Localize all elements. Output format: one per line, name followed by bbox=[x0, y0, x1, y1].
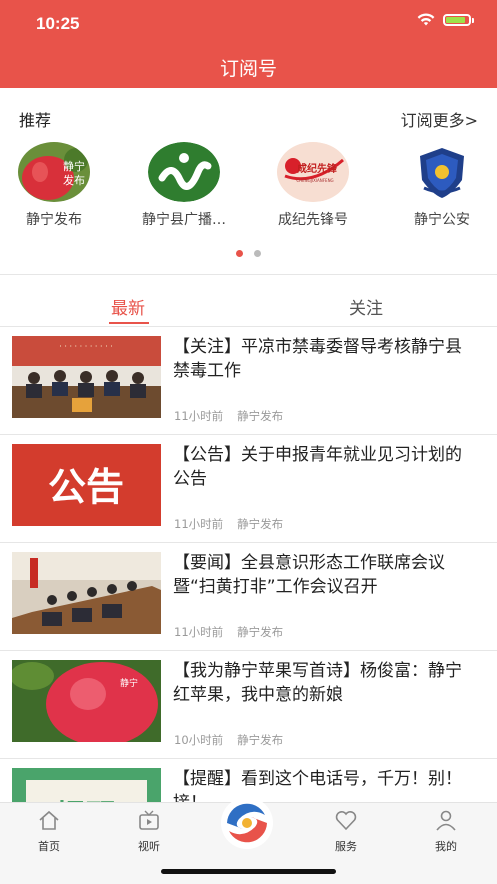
svg-text:公告: 公告 bbox=[48, 465, 124, 509]
recommend-item-jingning-police[interactable]: 静宁公安 bbox=[382, 142, 497, 229]
news-meta: 10小时前 静宁发布 bbox=[174, 732, 297, 748]
recommend-item-chengji-pioneer[interactable]: 成纪先锋 CHENGJIXIANFENG 成纪先锋号 bbox=[253, 142, 373, 229]
tabbar-item-home[interactable]: 首页 bbox=[19, 809, 79, 854]
svg-text:CHENGJIXIANFENG: CHENGJIXIANFENG bbox=[296, 178, 333, 183]
recommend-list: 静宁 发布 静宁发布 静宁县广播… 成纪先锋 CHENGJIXIANFENG 成… bbox=[0, 142, 497, 232]
carousel-dots bbox=[236, 250, 261, 257]
page-title: 订阅号 bbox=[219, 58, 277, 80]
news-source: 静宁发布 bbox=[237, 517, 284, 531]
status-icons bbox=[417, 13, 474, 26]
news-source: 静宁发布 bbox=[237, 625, 284, 639]
status-time: 10:25 bbox=[36, 14, 80, 33]
tabbar-item-mine[interactable]: 我的 bbox=[416, 809, 476, 854]
news-item[interactable]: 静宁 【我为静宁苹果写首诗】杨俊富：静宁红苹果，我中意的新娘 10小时前 静宁发布 bbox=[0, 651, 497, 759]
news-item[interactable]: 公告 【公告】关于申报青年就业见习计划的公告 11小时前 静宁发布 bbox=[0, 435, 497, 543]
app-logo-icon[interactable] bbox=[221, 797, 273, 849]
police-badge-icon bbox=[406, 142, 478, 202]
home-icon bbox=[39, 810, 59, 830]
meeting-photo: · · · · · · · · · · · bbox=[12, 336, 161, 418]
news-time: 10小时前 bbox=[174, 733, 224, 747]
subscribe-more-link[interactable]: 订阅更多> bbox=[401, 107, 478, 131]
tabbar-label: 我的 bbox=[435, 840, 457, 853]
recommend-header: 推荐 订阅更多> bbox=[0, 88, 497, 144]
tabbar-label: 服务 bbox=[335, 840, 357, 853]
recommend-item-jingning-radio[interactable]: 静宁县广播… bbox=[124, 142, 244, 229]
tab-following[interactable]: 关注 bbox=[349, 294, 383, 319]
home-indicator bbox=[161, 869, 336, 874]
news-title: 【关注】平凉市禁毒委督导考核静宁县禁毒工作 bbox=[173, 337, 462, 381]
battery-icon bbox=[443, 13, 474, 26]
svg-text:· · · · · · · · · · ·: · · · · · · · · · · · bbox=[59, 342, 112, 351]
news-meta: 11小时前 静宁发布 bbox=[174, 516, 297, 532]
recommend-item-label: 静宁发布 bbox=[26, 212, 82, 228]
party-logo-icon: 成纪先锋 CHENGJIXIANFENG bbox=[277, 142, 349, 202]
wifi-icon bbox=[417, 13, 435, 26]
svg-text:发布: 发布 bbox=[63, 173, 85, 187]
news-meta: 11小时前 静宁发布 bbox=[174, 408, 297, 424]
apple-photo: 静宁 bbox=[12, 660, 161, 742]
recommend-item-label: 成纪先锋号 bbox=[278, 212, 348, 228]
content-tabs: 最新 关注 bbox=[0, 275, 497, 327]
radio-logo-icon bbox=[148, 142, 220, 202]
news-item[interactable]: · · · · · · · · · · · 【关注】平凉市禁毒委督导考核静宁县禁… bbox=[0, 327, 497, 435]
tabbar-label: 视听 bbox=[138, 840, 160, 853]
svg-text:静宁: 静宁 bbox=[63, 159, 85, 173]
tabbar-item-service[interactable]: 服务 bbox=[316, 809, 376, 854]
svg-text:成纪先锋: 成纪先锋 bbox=[297, 162, 338, 175]
news-item[interactable]: 【要闻】全县意识形态工作联席会议暨“扫黄打非”工作会议召开 11小时前 静宁发布 bbox=[0, 543, 497, 651]
apple-logo-icon: 静宁 发布 bbox=[18, 142, 90, 202]
app-header: 10:25 订阅号 bbox=[0, 0, 497, 88]
conference-photo bbox=[12, 552, 161, 634]
tv-icon bbox=[139, 810, 159, 830]
news-source: 静宁发布 bbox=[237, 409, 284, 423]
news-time: 11小时前 bbox=[174, 409, 224, 423]
tabbar-item-media[interactable]: 视听 bbox=[119, 809, 179, 854]
news-title: 【公告】关于申报青年就业见习计划的公告 bbox=[173, 445, 462, 489]
user-icon bbox=[436, 810, 456, 831]
news-title: 【要闻】全县意识形态工作联席会议暨“扫黄打非”工作会议召开 bbox=[173, 553, 445, 597]
heart-icon bbox=[335, 811, 357, 831]
recommend-item-label: 静宁县广播… bbox=[142, 212, 226, 228]
tab-active-indicator bbox=[109, 322, 149, 324]
tabbar-label: 首页 bbox=[38, 840, 60, 853]
news-source: 静宁发布 bbox=[237, 733, 284, 747]
news-title: 【我为静宁苹果写首诗】杨俊富：静宁红苹果，我中意的新娘 bbox=[173, 661, 462, 705]
tab-latest[interactable]: 最新 bbox=[111, 294, 145, 319]
news-time: 11小时前 bbox=[174, 517, 224, 531]
recommend-item-jingning-release[interactable]: 静宁 发布 静宁发布 bbox=[0, 142, 114, 229]
carousel-dot[interactable] bbox=[254, 250, 261, 257]
news-time: 11小时前 bbox=[174, 625, 224, 639]
carousel-dot[interactable] bbox=[236, 250, 243, 257]
notice-graphic: 公告 bbox=[12, 444, 161, 526]
news-meta: 11小时前 静宁发布 bbox=[174, 624, 297, 640]
recommend-item-label: 静宁公安 bbox=[414, 212, 470, 228]
recommend-title: 推荐 bbox=[19, 111, 52, 130]
svg-text:静宁: 静宁 bbox=[120, 677, 138, 689]
